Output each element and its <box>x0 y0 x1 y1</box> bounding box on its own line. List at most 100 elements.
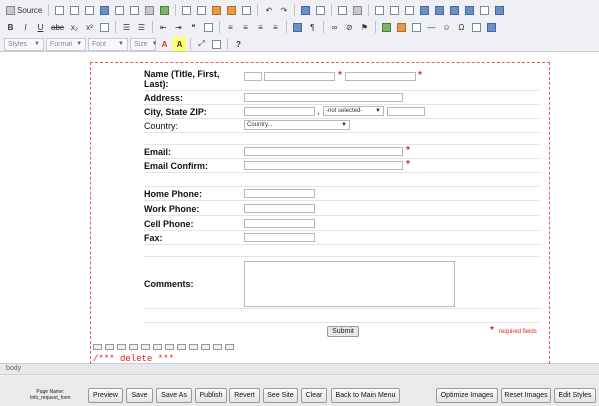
bulleted-list-button[interactable]: ☰ <box>135 20 148 34</box>
blockquote-button[interactable]: ❝ <box>187 20 200 34</box>
show-blocks-button[interactable] <box>210 37 223 51</box>
textarea-button[interactable] <box>433 3 446 17</box>
text-color-button[interactable]: A <box>158 37 171 51</box>
mini-block-icon[interactable] <box>129 344 138 350</box>
mini-block-icon[interactable] <box>153 344 162 350</box>
mini-block-icon[interactable] <box>189 344 198 350</box>
email-field[interactable] <box>244 147 403 156</box>
cell-phone-field[interactable] <box>244 219 315 228</box>
styles-combo[interactable]: Styles ▼ <box>4 37 44 51</box>
help-button[interactable]: ? <box>232 37 245 51</box>
home-phone-field[interactable] <box>244 189 315 198</box>
select-all-button[interactable] <box>336 3 349 17</box>
comments-textarea[interactable] <box>244 261 455 307</box>
source-button[interactable]: Source <box>4 3 44 17</box>
mini-block-icon[interactable] <box>117 344 126 350</box>
hidden-field-button[interactable] <box>493 3 506 17</box>
copy2-button[interactable] <box>195 3 208 17</box>
cut-button[interactable] <box>53 3 66 17</box>
mini-block-icon[interactable] <box>177 344 186 350</box>
edit-styles-button[interactable]: Edit Styles <box>554 388 596 403</box>
find-button[interactable] <box>299 3 312 17</box>
mini-block-icon[interactable] <box>201 344 210 350</box>
mini-block-icon[interactable] <box>213 344 222 350</box>
optimize-images-button[interactable]: Optimize Images <box>436 388 498 403</box>
first-name-field[interactable] <box>264 72 335 81</box>
italic-button[interactable]: I <box>19 20 32 34</box>
preview-icon-button[interactable] <box>128 3 141 17</box>
anchor-button[interactable]: ⚑ <box>358 20 371 34</box>
align-center-button[interactable]: ≡ <box>239 20 252 34</box>
save-button[interactable]: Save <box>126 388 153 403</box>
spellcheck-button[interactable] <box>240 3 253 17</box>
submit-button[interactable]: Submit <box>327 326 359 337</box>
publish-button[interactable]: Publish <box>195 388 227 403</box>
editor-content-area[interactable]: Name (Title, First, Last): * * Address: … <box>0 52 599 364</box>
superscript-button[interactable]: x² <box>83 20 96 34</box>
justify-button[interactable]: ≡ <box>269 20 282 34</box>
email-confirm-field[interactable] <box>244 161 403 170</box>
subscript-button[interactable]: x₂ <box>68 20 81 34</box>
element-path[interactable]: body <box>6 365 21 372</box>
mini-block-icon[interactable] <box>225 344 234 350</box>
image-button[interactable] <box>380 20 393 34</box>
new-page-button[interactable] <box>113 3 126 17</box>
replace-button[interactable] <box>314 3 327 17</box>
paste-text-button[interactable] <box>210 3 223 17</box>
preview-button[interactable]: Preview <box>88 388 123 403</box>
work-phone-field[interactable] <box>244 204 315 213</box>
table-button[interactable] <box>410 20 423 34</box>
link-button[interactable]: ∞ <box>328 20 341 34</box>
underline-button[interactable]: U <box>34 20 47 34</box>
bg-color-button[interactable]: A <box>173 37 186 51</box>
reset-images-button[interactable]: Reset Images <box>501 388 551 403</box>
paste-word-button[interactable] <box>225 3 238 17</box>
bold-button[interactable]: B <box>4 20 17 34</box>
div-button[interactable] <box>202 20 215 34</box>
cut2-button[interactable] <box>180 3 193 17</box>
ltr-button[interactable] <box>291 20 304 34</box>
flash-button[interactable] <box>395 20 408 34</box>
mini-block-icon[interactable] <box>93 344 102 350</box>
outdent-button[interactable]: ⇤ <box>157 20 170 34</box>
iframe-button[interactable] <box>485 20 498 34</box>
align-right-button[interactable]: ≡ <box>254 20 267 34</box>
textfield-button[interactable] <box>418 3 431 17</box>
mini-block-icon[interactable] <box>141 344 150 350</box>
image-button-button[interactable] <box>478 3 491 17</box>
remove-format-button[interactable] <box>351 3 364 17</box>
unlink-button[interactable]: ⊘ <box>343 20 356 34</box>
mini-block-icon[interactable] <box>105 344 114 350</box>
address-field[interactable] <box>244 93 403 102</box>
back-to-main-menu-button[interactable]: Back to Main Menu <box>331 388 400 403</box>
clear-button[interactable]: Clear <box>301 388 327 403</box>
size-combo[interactable]: Size ▼ <box>130 37 158 51</box>
see-site-button[interactable]: See Site <box>263 388 298 403</box>
indent-button[interactable]: ⇥ <box>172 20 185 34</box>
revert-button[interactable]: Revert <box>229 388 260 403</box>
align-left-button[interactable]: ≡ <box>224 20 237 34</box>
maximize-button[interactable]: ⤢ <box>195 37 208 51</box>
save-icon-button[interactable] <box>98 3 111 17</box>
zip-field[interactable] <box>387 107 425 116</box>
pagebreak-button[interactable] <box>470 20 483 34</box>
select-field-button[interactable] <box>448 3 461 17</box>
smiley-button[interactable]: ☺ <box>440 20 453 34</box>
fax-field[interactable] <box>244 233 315 242</box>
country-select[interactable]: Country... ▼ <box>244 120 350 130</box>
state-select[interactable]: -not selected- ▼ <box>323 106 384 116</box>
format-combo[interactable]: Format ▼ <box>46 37 86 51</box>
print-button[interactable] <box>143 3 156 17</box>
templates-button[interactable] <box>158 3 171 17</box>
form-button[interactable] <box>373 3 386 17</box>
font-combo[interactable]: Font ▼ <box>88 37 128 51</box>
special-char-button[interactable]: Ω <box>455 20 468 34</box>
city-field[interactable] <box>244 107 315 116</box>
hr-button[interactable]: — <box>425 20 438 34</box>
checkbox-button[interactable] <box>388 3 401 17</box>
title-field[interactable] <box>244 72 262 81</box>
save-as-button[interactable]: Save As <box>156 388 192 403</box>
copy-button[interactable] <box>68 3 81 17</box>
radio-button[interactable] <box>403 3 416 17</box>
paste-button[interactable] <box>83 3 96 17</box>
